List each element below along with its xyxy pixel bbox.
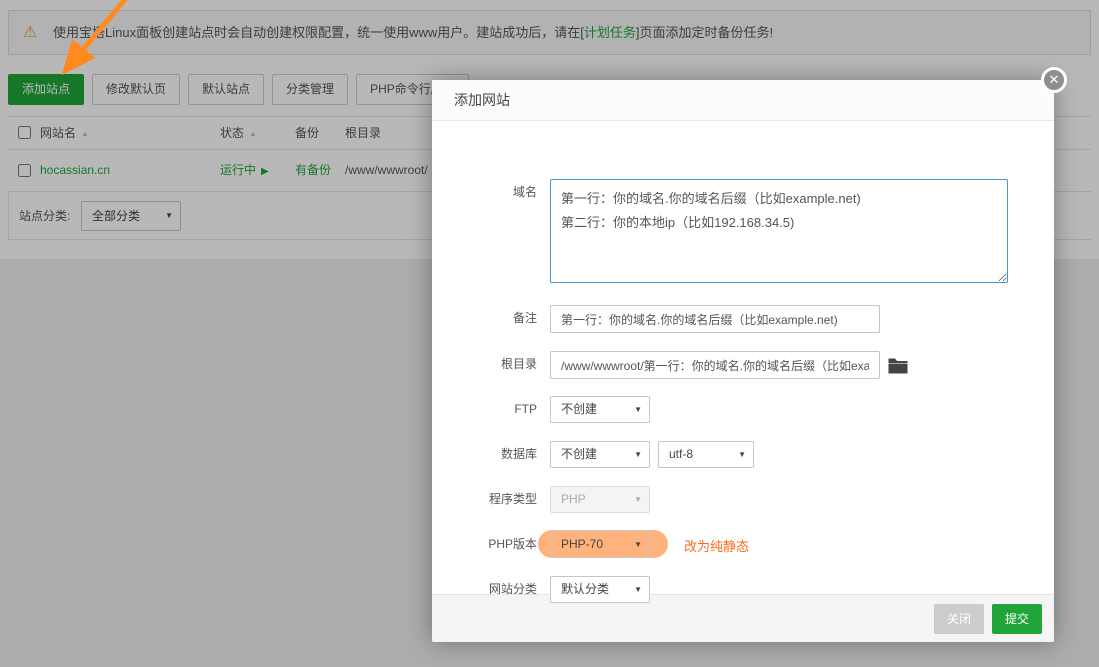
add-site-modal: ✕ 添加网站 域名 第一行：你的域名.你的域名后缀（比如example.net)… — [432, 80, 1054, 642]
ftp-select[interactable]: 不创建 ▼ — [550, 396, 650, 423]
submit-button[interactable]: 提交 — [992, 604, 1042, 634]
php-version-select-value: PHP-70 — [561, 537, 603, 551]
domain-textarea[interactable]: 第一行：你的域名.你的域名后缀（比如example.net) 第二行：你的本地i… — [550, 179, 1008, 283]
charset-select[interactable]: utf-8 ▼ — [658, 441, 754, 468]
close-modal-button[interactable]: 关闭 — [934, 604, 984, 634]
domain-label: 域名 — [432, 185, 537, 200]
note-input[interactable] — [550, 305, 880, 333]
chevron-down-icon: ▼ — [634, 532, 642, 557]
app-type-label: 程序类型 — [432, 492, 537, 507]
close-button[interactable]: ✕ — [1041, 67, 1067, 93]
ftp-label: FTP — [432, 402, 537, 417]
modal-body: 域名 第一行：你的域名.你的域名后缀（比如example.net) 第二行：你的… — [432, 121, 1054, 594]
chevron-down-icon: ▼ — [634, 442, 642, 467]
root-dir-input[interactable] — [550, 351, 880, 379]
ftp-select-value: 不创建 — [561, 402, 597, 416]
chevron-down-icon: ▼ — [634, 577, 642, 602]
close-icon: ✕ — [1049, 72, 1060, 88]
app-type-select-value: PHP — [561, 492, 586, 506]
chevron-down-icon: ▼ — [738, 442, 746, 467]
modal-footer: 关闭 提交 — [432, 594, 1054, 642]
database-select-value: 不创建 — [561, 447, 597, 461]
chevron-down-icon: ▼ — [634, 487, 642, 512]
modal-title: 添加网站 — [432, 80, 1054, 121]
site-category-select-value: 默认分类 — [561, 582, 609, 596]
chevron-down-icon: ▼ — [634, 397, 642, 422]
app-type-select: PHP ▼ — [550, 486, 650, 513]
database-label: 数据库 — [432, 447, 537, 462]
php-version-label: PHP版本 — [432, 537, 537, 552]
note-label: 备注 — [432, 311, 537, 326]
charset-select-value: utf-8 — [669, 447, 693, 461]
root-dir-label: 根目录 — [432, 357, 537, 372]
site-category-select[interactable]: 默认分类 ▼ — [550, 576, 650, 603]
annotation-text: 改为纯静态 — [684, 536, 749, 555]
folder-icon[interactable] — [888, 357, 908, 374]
php-version-select[interactable]: PHP-70 ▼ — [550, 531, 650, 558]
database-select[interactable]: 不创建 ▼ — [550, 441, 650, 468]
